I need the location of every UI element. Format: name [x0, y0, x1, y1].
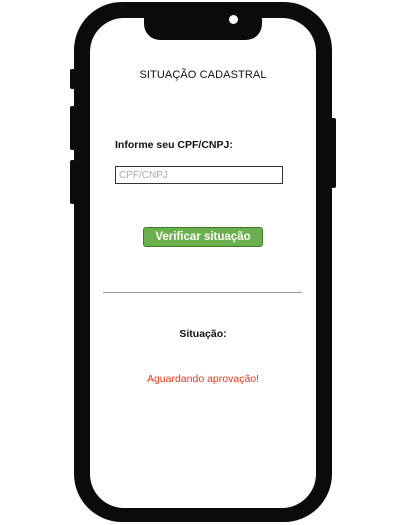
status-label: Situação:: [179, 328, 227, 340]
status-value: Aguardando aprovação!: [146, 373, 260, 385]
front-camera-icon: [229, 15, 238, 24]
document-field-label: Informe seu CPF/CNPJ:: [115, 139, 233, 151]
page-title: SITUAÇÃO CADASTRAL: [139, 69, 267, 81]
verify-status-button[interactable]: Verificar situação: [143, 227, 263, 247]
phone-screen: SITUAÇÃO CADASTRAL Informe seu CPF/CNPJ:…: [90, 18, 316, 508]
divider: [103, 292, 302, 293]
page: SITUAÇÃO CADASTRAL Informe seu CPF/CNPJ:…: [0, 0, 420, 525]
screen-content: SITUAÇÃO CADASTRAL Informe seu CPF/CNPJ:…: [90, 18, 316, 508]
document-input[interactable]: [115, 166, 283, 184]
